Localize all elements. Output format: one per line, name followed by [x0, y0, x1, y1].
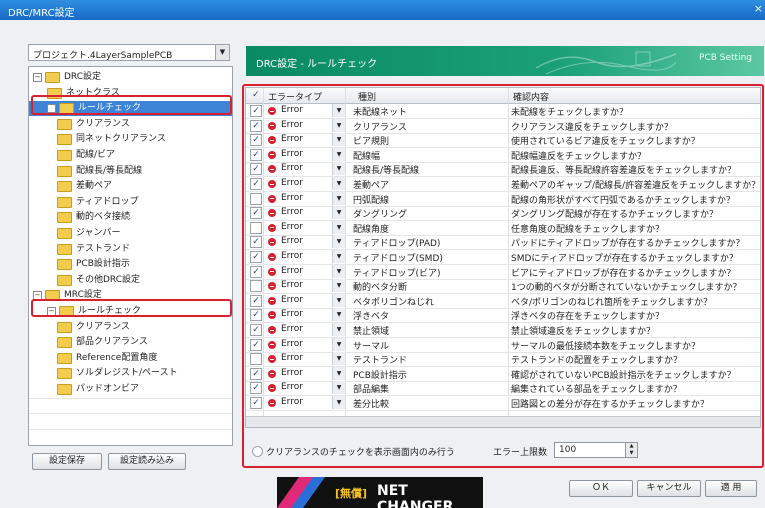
tree-item-label: クリアランス — [76, 321, 130, 332]
project-select-value: プロジェクト.4LayerSamplePCB — [33, 51, 173, 61]
tree-item[interactable]: その他DRC設定 — [57, 273, 140, 288]
folder-icon — [57, 228, 72, 239]
banner-subtitle: PCB Setting — [699, 53, 752, 63]
tree-item[interactable]: 動的ベタ接続 — [57, 210, 130, 225]
tree-item[interactable]: 部品クリアランス — [57, 335, 148, 350]
spinner-icon[interactable]: ▲ ▼ — [625, 443, 637, 457]
folder-icon — [57, 181, 72, 193]
tree-item[interactable]: 差動ペア — [57, 179, 112, 194]
tree-item-label: PCB設計指示 — [76, 259, 130, 270]
tree-item-label: 配線/ビア — [76, 150, 116, 160]
tree-item-label: Reference配置角度 — [76, 352, 158, 363]
settings-tree[interactable]: − DRC設定 ネットクラス − ルールチェック クリアランス 同ネットクリアランス 配線/ビ… — [28, 66, 233, 446]
options-bar: クリアランスのチェックを表示画面内のみ行う エラー上限数 100 ▲ ▼ — [245, 440, 761, 462]
tree-item-label: 動的ベタ接続 — [76, 212, 131, 223]
folder-icon — [57, 243, 72, 255]
tree-item-label: テストランド — [76, 243, 131, 254]
error-limit-value: 100 — [559, 445, 577, 455]
folder-icon — [57, 259, 72, 271]
folder-icon — [57, 150, 72, 161]
header-banner: DRC設定 - ルールチェック PCB Setting — [246, 46, 764, 76]
tree-item-label: 差動ペア — [76, 181, 113, 192]
tree-item[interactable]: Reference配置角度 — [57, 351, 157, 366]
tree-item[interactable]: PCB設計指示 — [57, 257, 130, 272]
tree-item[interactable]: ティアドロップ — [57, 195, 138, 210]
tree-row-separator — [29, 397, 232, 399]
tree-item[interactable]: − DRC設定 — [33, 70, 101, 85]
tree-item-label: クリアランス — [76, 118, 130, 129]
folder-icon — [57, 196, 72, 208]
tree-item-label: ジャンパー — [76, 228, 121, 238]
error-limit-label: エラー上限数 — [493, 448, 548, 458]
tree-item-label: ソルダレジスト/ペースト — [76, 368, 178, 379]
tree-item-label: 同ネットクリアランス — [76, 134, 166, 145]
folder-icon — [57, 118, 72, 130]
tree-item[interactable]: 配線/ビア — [57, 148, 115, 163]
tree-item[interactable]: テストランド — [57, 242, 130, 257]
tree-item[interactable]: パッドオンビア — [57, 382, 139, 397]
tree-item-label: 配線長/等長配線 — [76, 165, 143, 176]
cancel-button[interactable]: キャンセル — [637, 480, 701, 497]
tree-item-label: パッドオンビア — [76, 384, 140, 394]
tree-item[interactable]: ソルダレジスト/ペースト — [57, 366, 178, 381]
title-bar: DRC/MRC設定 × — [0, 0, 765, 20]
tree-item-label: ティアドロップ — [76, 196, 139, 207]
tree-item[interactable]: ジャンパー — [57, 226, 121, 241]
tree-item-label: その他DRC設定 — [76, 274, 141, 285]
highlight-drc-rule-check — [31, 95, 232, 115]
close-icon[interactable]: × — [754, 2, 763, 15]
tree-item[interactable]: 配線長/等長配線 — [57, 164, 142, 179]
clearance-visible-only-label: クリアランスのチェックを表示画面内のみ行う — [266, 448, 455, 458]
tree-item[interactable]: クリアランス — [57, 320, 130, 335]
tree-row-separator — [29, 428, 232, 430]
folder-icon — [57, 165, 72, 177]
load-settings-button[interactable]: 設定読み込み — [108, 453, 186, 470]
ok-button[interactable]: ＯＫ — [569, 480, 633, 497]
folder-icon — [57, 134, 72, 146]
save-settings-button[interactable]: 設定保存 — [32, 453, 102, 470]
folder-icon — [57, 352, 72, 364]
clearance-visible-only-checkbox[interactable] — [252, 446, 263, 457]
project-select[interactable]: プロジェクト.4LayerSamplePCB ▼ — [28, 44, 230, 61]
folder-icon — [57, 212, 72, 224]
tree-item[interactable]: 同ネットクリアランス — [57, 132, 166, 147]
tree-row-separator — [29, 413, 232, 415]
error-limit-input[interactable]: 100 ▲ ▼ — [554, 442, 638, 458]
window-title: DRC/MRC設定 — [8, 8, 75, 19]
folder-icon — [57, 384, 72, 395]
net-changer-logo: [無償] NET CHANGER — [277, 477, 483, 508]
expand-collapse-icon[interactable]: − — [33, 73, 42, 82]
logo-tag: [無償] — [335, 487, 368, 500]
folder-icon — [57, 321, 72, 333]
folder-icon — [57, 337, 72, 349]
tree-item-label: DRC設定 — [64, 72, 102, 82]
banner-title: DRC設定 - ルールチェック — [256, 59, 378, 70]
apply-button[interactable]: 適 用 — [705, 480, 757, 497]
tree-item[interactable]: クリアランス — [57, 117, 130, 132]
logo-swoosh-icon — [277, 477, 325, 508]
folder-icon — [57, 274, 72, 286]
logo-name: NET CHANGER — [377, 483, 454, 508]
highlight-mrc-rule-check — [31, 299, 232, 317]
tree-item-label: 部品クリアランス — [76, 337, 148, 348]
folder-icon — [45, 72, 60, 83]
chevron-down-icon[interactable]: ▼ — [215, 45, 229, 60]
folder-icon — [57, 368, 72, 380]
highlight-table — [242, 84, 764, 468]
banner-decoration-icon — [536, 51, 676, 74]
